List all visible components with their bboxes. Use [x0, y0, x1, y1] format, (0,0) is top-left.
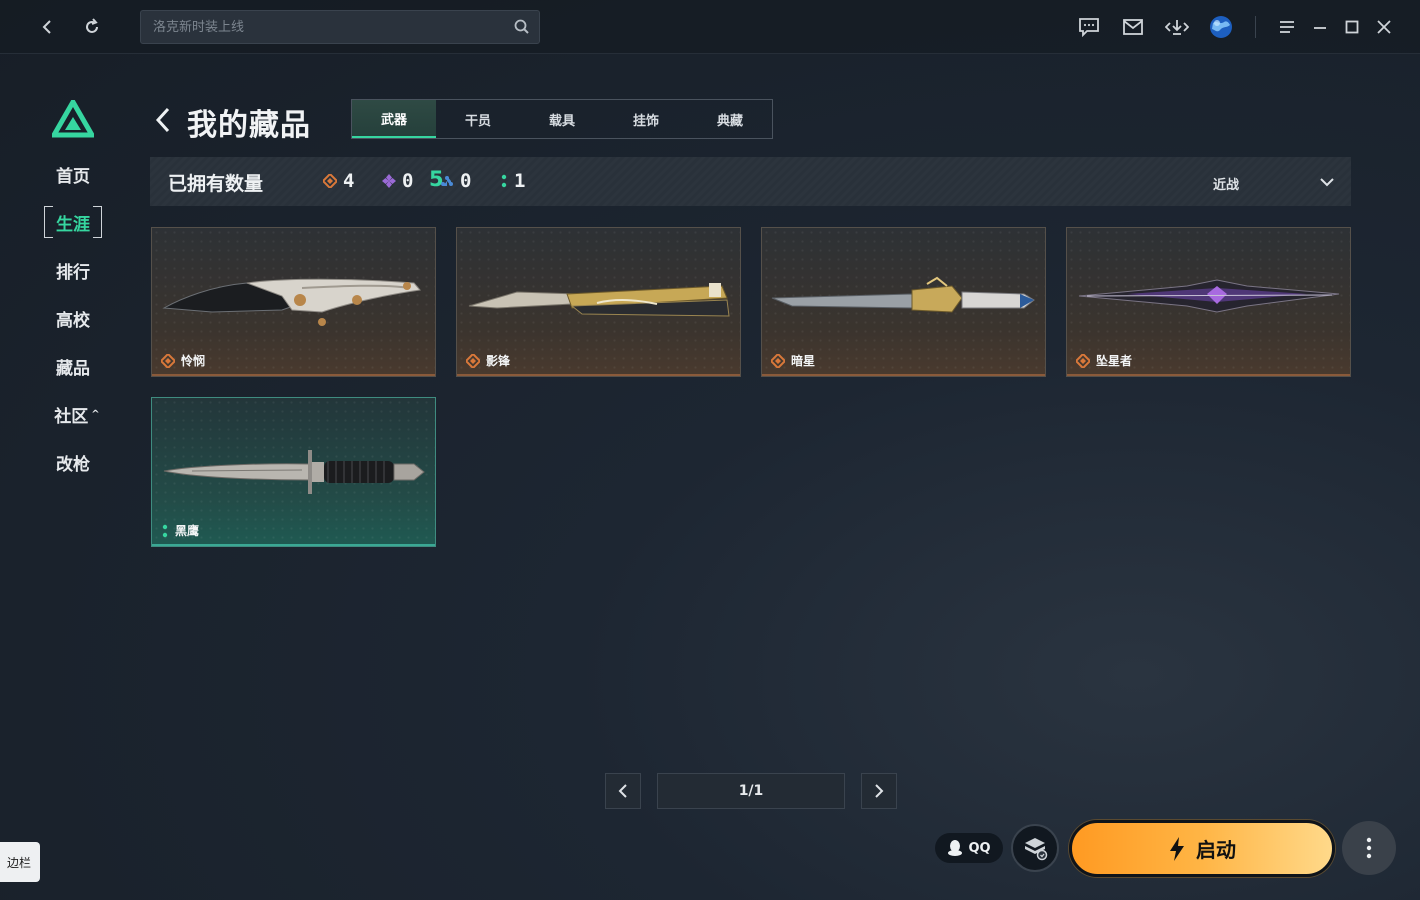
menu-icon[interactable]	[1271, 11, 1303, 43]
rarity-green-count: 1	[500, 170, 525, 192]
chevron-up-icon: ^	[91, 408, 100, 420]
more-options-button[interactable]	[1342, 821, 1396, 875]
card-name: 怜悯	[181, 354, 206, 368]
search-icon[interactable]	[513, 18, 531, 36]
tab-weapons[interactable]: 武器	[352, 100, 436, 138]
diamond-orange-icon	[161, 353, 175, 368]
card-label: 黑鹰	[161, 522, 199, 539]
sidebar-item-label: 改枪	[56, 454, 90, 475]
rarity-blue-count: 0	[440, 170, 471, 192]
card-label: 暗星	[771, 352, 815, 369]
prev-page-button[interactable]	[605, 773, 641, 809]
owned-summary-bar: 已拥有数量 5 4 0 0 1 近战	[150, 157, 1351, 206]
chevron-down-icon[interactable]	[1318, 173, 1336, 191]
card-name: 影锋	[486, 354, 511, 368]
rarity-value: 4	[343, 170, 355, 192]
diamond-orange-icon	[323, 174, 337, 188]
sidebar-item-community[interactable]: 社区 ^	[44, 397, 110, 431]
card-name: 黑鹰	[175, 524, 200, 538]
sidebar-toggle-tip[interactable]: 边栏	[0, 842, 40, 882]
sidebar-item-label: 排行	[56, 262, 90, 283]
dots-green-icon	[501, 174, 507, 188]
weapon-card-starfall[interactable]: 坠星者	[1066, 227, 1351, 377]
sidebar-item-label: 藏品	[56, 358, 90, 379]
cube-icon	[1025, 838, 1048, 861]
rarity-orange-count: 4	[323, 170, 354, 192]
diamond-orange-icon	[1076, 353, 1090, 368]
tab-operators[interactable]: 干员	[436, 100, 520, 138]
search-box	[140, 10, 540, 44]
diamond-orange-icon	[771, 353, 785, 368]
sidebar-item-home[interactable]: 首页	[40, 157, 106, 191]
sidebar-item-label: 生涯	[56, 214, 90, 235]
card-name: 暗星	[791, 354, 816, 368]
minimize-icon[interactable]	[1304, 11, 1336, 43]
app-logo-icon[interactable]	[52, 100, 94, 138]
sidebar-item-college[interactable]: 高校	[40, 301, 106, 335]
lightning-icon	[1170, 836, 1184, 861]
card-label: 怜悯	[161, 352, 205, 369]
top-bar	[0, 0, 1420, 54]
qq-login-button[interactable]: QQ	[935, 833, 1003, 863]
card-name: 坠星者	[1096, 354, 1133, 368]
sidebar-item-label: 社区	[54, 406, 89, 427]
chevron-left-icon	[618, 784, 627, 798]
category-tabs: 武器 干员 载具 挂饰 典藏	[351, 99, 773, 139]
weapon-card-mercy[interactable]: 怜悯	[151, 227, 436, 377]
card-label: 影锋	[466, 352, 510, 369]
sidebar-item-collection[interactable]: 藏品	[40, 349, 106, 383]
start-label: 启动	[1196, 838, 1236, 862]
more-vertical-icon	[1366, 837, 1372, 859]
start-game-button[interactable]: 启动	[1069, 820, 1335, 877]
card-label: 坠星者	[1076, 352, 1132, 369]
back-icon[interactable]	[32, 11, 64, 43]
globe-avatar-icon[interactable]	[1205, 11, 1237, 43]
rarity-value: 1	[514, 170, 526, 192]
page-indicator: 1/1	[657, 773, 845, 809]
sidebar-item-gunsmith[interactable]: 改枪	[40, 445, 106, 479]
divider	[1255, 16, 1256, 38]
close-icon[interactable]	[1368, 11, 1400, 43]
weapon-card-shadowblade[interactable]: 影锋	[456, 227, 741, 377]
qq-label: QQ	[968, 840, 991, 856]
tab-vehicles[interactable]: 载具	[520, 100, 604, 138]
rarity-value: 0	[460, 170, 472, 192]
back-chevron-icon[interactable]	[150, 104, 178, 136]
sidebar-item-career[interactable]: 生涯	[40, 205, 106, 239]
diamond-purple-icon	[382, 174, 396, 188]
search-input[interactable]	[141, 11, 501, 43]
download-icon[interactable]	[1161, 11, 1193, 43]
filter-dropdown-label[interactable]: 近战	[1213, 174, 1239, 193]
sidebar-item-label: 首页	[56, 166, 90, 187]
game-assets-button[interactable]	[1011, 824, 1059, 872]
weapon-card-darkstar[interactable]: 暗星	[761, 227, 1046, 377]
triangle-blue-icon	[441, 176, 453, 186]
mail-icon[interactable]	[1117, 11, 1149, 43]
qq-penguin-icon	[948, 840, 963, 856]
tab-archive[interactable]: 典藏	[688, 100, 772, 138]
tab-charms[interactable]: 挂饰	[604, 100, 688, 138]
owned-label: 已拥有数量	[168, 173, 264, 195]
diamond-orange-icon	[466, 353, 480, 368]
chevron-right-icon	[875, 784, 884, 798]
page-title: 我的藏品	[187, 108, 311, 143]
sidebar-item-label: 高校	[56, 310, 90, 331]
rarity-value: 0	[402, 170, 414, 192]
maximize-icon[interactable]	[1336, 11, 1368, 43]
sidebar-item-ranking[interactable]: 排行	[40, 253, 106, 287]
dots-green-icon	[162, 524, 168, 537]
message-icon[interactable]	[1073, 11, 1105, 43]
refresh-icon[interactable]	[76, 11, 108, 43]
rarity-purple-count: 0	[382, 170, 413, 192]
weapon-card-blackhawk[interactable]: 黑鹰	[151, 397, 436, 547]
next-page-button[interactable]	[861, 773, 897, 809]
